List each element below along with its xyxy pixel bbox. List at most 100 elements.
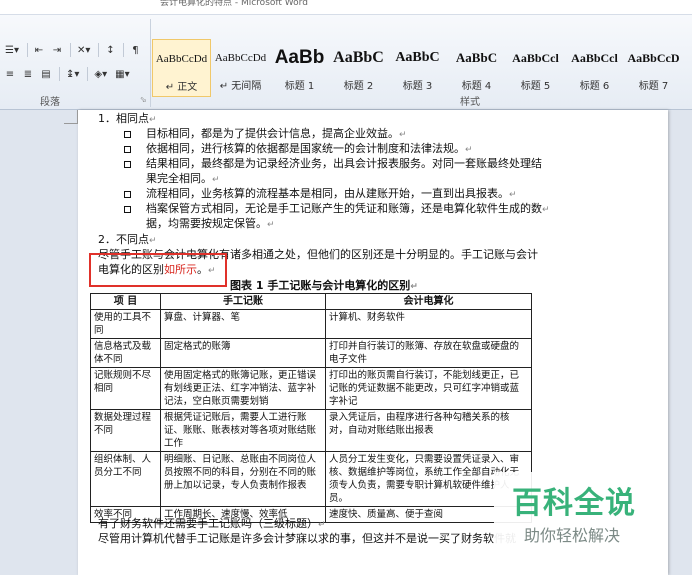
toolbar-separator bbox=[98, 43, 100, 57]
style-no-spacing[interactable]: AaBbCcDd ↵ 无间隔 bbox=[211, 39, 270, 97]
style-name: 标题 2 bbox=[343, 81, 374, 92]
style-name: 标题 6 bbox=[579, 81, 610, 92]
heading-different-points: 2．不同点↵ bbox=[98, 233, 157, 246]
bullet-icon bbox=[124, 146, 131, 153]
borders-icon[interactable]: ▦▾ bbox=[112, 66, 132, 82]
style-sample: AaBbC bbox=[455, 50, 498, 65]
watermark-slogan: 助你轻松解决 bbox=[524, 526, 621, 545]
style-sample: AaBb bbox=[274, 47, 325, 68]
table-cell: 使用的工具不同 bbox=[90, 309, 161, 339]
table-cell: 根据凭证记账后，需要人工进行账证、账账、账表核对等各项对账结账工作 bbox=[160, 409, 326, 452]
highlight-callout-box bbox=[89, 253, 227, 287]
style-name: 标题 1 bbox=[284, 81, 315, 92]
style-heading-3[interactable]: AaBbC 标题 3 bbox=[388, 39, 447, 97]
style-sample: AaBbCcl bbox=[512, 51, 559, 65]
bullet-icon bbox=[124, 206, 131, 213]
list-item-continuation: 据，均需要按规定保管。↵ bbox=[146, 217, 275, 230]
style-normal[interactable]: AaBbCcDd ↵ 正文 bbox=[152, 39, 211, 97]
style-heading-7[interactable]: AaBbCcD 标题 7 bbox=[624, 39, 683, 97]
style-heading-2[interactable]: AaBbC 标题 2 bbox=[329, 39, 388, 97]
table-cell: 明细账、日记账、总账由不同岗位人员按照不同的科目，分别在不同的账册上加以记录，专… bbox=[160, 451, 326, 507]
crop-mark bbox=[64, 110, 78, 124]
style-heading-1[interactable]: AaBb 标题 1 bbox=[270, 39, 329, 97]
table-cell: 算盘、计算器、笔 bbox=[160, 309, 326, 339]
table-cell: 固定格式的账簿 bbox=[160, 338, 326, 368]
watermark-logo: 百科全说 助你轻松解决 bbox=[494, 472, 654, 554]
line-spacing-icon[interactable]: ↨▾ bbox=[63, 66, 82, 82]
style-name: 标题 7 bbox=[638, 81, 669, 92]
list-item: 依据相同，进行核算的依据都是国家统一的会计制度和法律法规。↵ bbox=[146, 142, 473, 155]
ribbon: ☰▾ ⇤ ⇥ ✕▾ ↕ ¶ ≡ ≣ ▤ ↨▾ ◈▾ ▦▾ 段落 ⬂ AaBbCc… bbox=[0, 14, 692, 110]
style-sample: AaBbCcl bbox=[571, 51, 618, 65]
table-cell: 打印并自行装订的账簿、存放在软盘或硬盘的电子文件 bbox=[325, 338, 532, 368]
table-cell: 使用固定格式的账簿记账，更正错误有划线更正法、红字冲销法、蓝字补记法，空白账页需… bbox=[160, 367, 326, 410]
increase-indent-icon[interactable]: ⇥ bbox=[49, 42, 65, 58]
table-cell: 记账规则不尽相同 bbox=[90, 367, 161, 410]
list-item: 档案保管方式相同，无论是手工记账产生的凭证和账簿，还是电算化软件生成的数↵ bbox=[146, 202, 550, 215]
shading-icon[interactable]: ◈▾ bbox=[91, 66, 110, 82]
table-row: 信息格式及载体不同 固定格式的账簿 打印并自行装订的账簿、存放在软盘或硬盘的电子… bbox=[90, 338, 532, 368]
multilevel-list-icon[interactable]: ☰▾ bbox=[2, 42, 22, 58]
table-row: 使用的工具不同 算盘、计算器、笔 计算机、财务软件 bbox=[90, 309, 532, 339]
style-heading-6[interactable]: AaBbCcl 标题 6 bbox=[565, 39, 624, 97]
watermark-title: 百科全说 bbox=[512, 486, 636, 521]
toolbar-separator bbox=[59, 67, 60, 81]
style-name: 标题 4 bbox=[461, 81, 492, 92]
body-paragraph: 尽管用计算机代替手工记账是许多会计梦寐以求的事，但这并不是说一买了财务软件就 bbox=[98, 532, 516, 545]
list-item-continuation: 果完全相同。↵ bbox=[146, 172, 220, 185]
table-cell: 计算机、财务软件 bbox=[325, 309, 532, 339]
style-heading-4[interactable]: AaBbC 标题 4 bbox=[447, 39, 506, 97]
list-item: 流程相同，业务核算的流程基本是相同，由从建账开始，一直到出具报表。↵ bbox=[146, 187, 517, 200]
chinese-layout-icon[interactable]: ✕▾ bbox=[74, 42, 93, 58]
style-sample: AaBbCcDd bbox=[155, 53, 208, 65]
heading-same-points: 1．相同点↵ bbox=[98, 112, 157, 125]
decrease-indent-icon[interactable]: ⇤ bbox=[31, 42, 47, 58]
style-name: 标题 3 bbox=[402, 81, 433, 92]
paragraph-dialog-launcher-icon[interactable]: ⬂ bbox=[140, 95, 147, 104]
window-title-bar: 会计电算化的特点 - Microsoft Word bbox=[0, 0, 692, 14]
table-row: 数据处理过程不同 根据凭证记账后，需要人工进行账证、账账、账表核对等各项对账结账… bbox=[90, 409, 532, 452]
table-cell: 录入凭证后，由程序进行各种勾稽关系的核对，自动对账结账出报表 bbox=[325, 409, 532, 452]
sort-icon[interactable]: ↕ bbox=[102, 42, 118, 58]
style-sample: AaBbCcD bbox=[627, 51, 680, 65]
style-sample: AaBbC bbox=[395, 50, 440, 65]
table-header-cell: 会计电算化 bbox=[325, 293, 532, 310]
style-heading-5[interactable]: AaBbCcl 标题 5 bbox=[506, 39, 565, 97]
style-name: ↵ 正文 bbox=[165, 82, 198, 93]
window-title: 会计电算化的特点 - Microsoft Word bbox=[160, 0, 308, 8]
table-header-row: 项 目 手工记账 会计电算化 bbox=[90, 293, 532, 310]
toolbar-separator bbox=[26, 43, 28, 57]
bullet-icon bbox=[124, 191, 131, 198]
list-item: 目标相同，都是为了提供会计信息，提高企业效益。↵ bbox=[146, 127, 407, 140]
comparison-table: 项 目 手工记账 会计电算化 使用的工具不同 算盘、计算器、笔 计算机、财务软件… bbox=[90, 293, 532, 523]
table-cell: 打印出的账页需自行装订，不能划线更正，已记账的凭证数据不能更改，只可红字冲销或蓝… bbox=[325, 367, 532, 410]
style-name: 标题 5 bbox=[520, 81, 551, 92]
toolbar-separator bbox=[123, 43, 125, 57]
paragraph-group-label: 段落 bbox=[40, 97, 60, 108]
bullet-icon bbox=[124, 161, 131, 168]
style-sample: AaBbC bbox=[333, 49, 384, 66]
ribbon-group-divider bbox=[150, 19, 151, 107]
table-header-cell: 手工记账 bbox=[160, 293, 326, 310]
subheading: 有了财务软件还需要手工记账吗（三级标题）↵ bbox=[98, 517, 326, 530]
toolbar-separator bbox=[87, 67, 89, 81]
table-cell: 信息格式及载体不同 bbox=[90, 338, 161, 368]
table-row: 记账规则不尽相同 使用固定格式的账簿记账，更正错误有划线更正法、红字冲销法、蓝字… bbox=[90, 367, 532, 410]
table-cell: 数据处理过程不同 bbox=[90, 409, 161, 452]
align-right-icon[interactable]: ≣ bbox=[20, 66, 36, 82]
paragraph-toolbar-row-1: ☰▾ ⇤ ⇥ ✕▾ ↕ ¶ bbox=[2, 41, 145, 59]
list-item: 结果相同，最终都是为记录经济业务，出具会计报表服务。对同一套账最终处理结 bbox=[146, 157, 542, 170]
style-name: ↵ 无间隔 bbox=[219, 81, 262, 92]
paragraph-toolbar-row-2: ≡ ≣ ▤ ↨▾ ◈▾ ▦▾ bbox=[2, 65, 135, 83]
bullet-icon bbox=[124, 131, 131, 138]
align-center-icon[interactable]: ≡ bbox=[2, 66, 18, 82]
table-cell: 组织体制、人员分工不同 bbox=[90, 451, 161, 507]
toolbar-separator bbox=[69, 43, 71, 57]
justify-icon[interactable]: ▤ bbox=[38, 66, 54, 82]
table-header-cell: 项 目 bbox=[90, 293, 161, 310]
styles-group-label: 样式 bbox=[460, 97, 480, 108]
style-sample: AaBbCcDd bbox=[214, 52, 267, 64]
table-caption: 图表 1 手工记账与会计电算化的区别↵ bbox=[230, 279, 418, 292]
show-marks-icon[interactable]: ¶ bbox=[127, 42, 143, 58]
styles-gallery: AaBbCcDd ↵ 正文 AaBbCcDd ↵ 无间隔 AaBb 标题 1 A… bbox=[152, 39, 683, 97]
